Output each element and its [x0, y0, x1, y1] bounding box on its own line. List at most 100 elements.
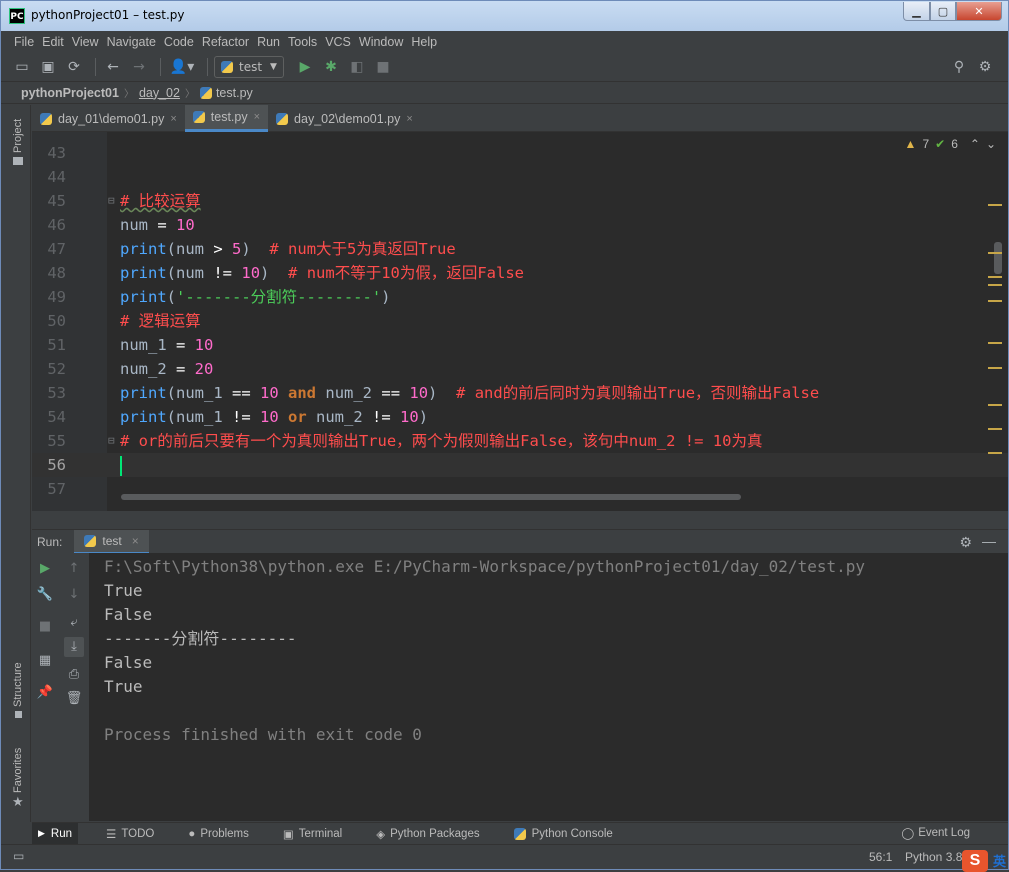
- error-stripe-mark[interactable]: [988, 452, 1002, 454]
- window-title: pythonProject01 – test.py: [31, 8, 185, 22]
- console-output-line: False: [104, 605, 153, 624]
- trash-icon[interactable]: 🗑: [64, 689, 84, 709]
- code-editor[interactable]: ▲ 7 ✔ 6 ⌃ ⌄ 43 44 45 ⊟ # 比较运算 46 num = 1…: [32, 132, 1008, 511]
- structure-icon: [15, 711, 22, 718]
- tab-day01-demo01[interactable]: day_01\demo01.py ×: [32, 105, 185, 132]
- run-side-toolbar: ▶ ↑ 🔧 ↓ ■ ⤶ ⤓ ▦ ⎙ 📌 🗑: [32, 553, 89, 821]
- arrow-down-icon[interactable]: ↓: [64, 585, 84, 605]
- menu-tools[interactable]: Tools: [288, 35, 317, 49]
- menu-refactor[interactable]: Refactor: [202, 35, 249, 49]
- close-tab-icon[interactable]: ×: [170, 113, 176, 125]
- error-stripe-mark[interactable]: [988, 204, 1002, 206]
- error-stripe-mark[interactable]: [988, 367, 1002, 369]
- favorites-tool-button[interactable]: Favorites: [12, 748, 24, 793]
- close-button[interactable]: ✕: [956, 2, 1002, 21]
- stop-icon[interactable]: ■: [35, 617, 55, 637]
- wrench-icon[interactable]: 🔧: [35, 585, 55, 605]
- tool-todo[interactable]: ☰ TODO: [100, 823, 160, 844]
- fold-icon[interactable]: ⊟: [108, 429, 115, 453]
- menu-code[interactable]: Code: [164, 35, 194, 49]
- search-icon[interactable]: ⚲: [948, 56, 970, 78]
- error-stripe-mark[interactable]: [988, 404, 1002, 406]
- forward-arrow-icon[interactable]: →: [128, 56, 150, 78]
- menu-run[interactable]: Run: [257, 35, 280, 49]
- event-log-icon: ◯: [901, 828, 915, 840]
- tool-problems[interactable]: ● Problems: [182, 823, 255, 844]
- menu-help[interactable]: Help: [411, 35, 437, 49]
- breadcrumb-project[interactable]: pythonProject01: [21, 86, 119, 100]
- breadcrumb-folder[interactable]: day_02: [139, 86, 180, 100]
- tool-run[interactable]: ▶ Run: [32, 823, 79, 844]
- error-stripe-mark[interactable]: [988, 300, 1002, 302]
- tool-python-packages[interactable]: ◈ Python Packages: [370, 823, 485, 844]
- error-stripe-mark[interactable]: [988, 276, 1002, 278]
- run-configuration-dropdown[interactable]: test ▼: [214, 56, 284, 78]
- line-number: 45: [47, 192, 66, 210]
- tool-terminal[interactable]: ▣ Terminal: [277, 823, 348, 844]
- interpreter-indicator[interactable]: Python 3.8: [905, 850, 962, 864]
- project-tool-button[interactable]: Project: [12, 119, 24, 153]
- run-console[interactable]: F:\Soft\Python38\python.exe E:/PyCharm-W…: [89, 553, 1008, 821]
- tool-event-log[interactable]: ◯ Event Log: [901, 826, 970, 840]
- error-stripe-mark[interactable]: [988, 284, 1002, 286]
- save-icon[interactable]: ▣: [37, 56, 59, 78]
- sogou-ime-logo-icon[interactable]: S: [962, 850, 988, 872]
- coverage-icon[interactable]: ◧: [346, 56, 368, 78]
- close-tab-icon[interactable]: ×: [406, 113, 412, 125]
- run-tab-test[interactable]: test ×: [74, 529, 149, 554]
- tool-label: Terminal: [298, 827, 343, 840]
- stop-icon[interactable]: ■: [372, 56, 394, 78]
- tool-python-console[interactable]: Python Console: [508, 823, 619, 844]
- gear-icon[interactable]: ⚙: [974, 56, 996, 78]
- tool-label: Problems: [200, 827, 249, 840]
- caret-position[interactable]: 56:1: [869, 850, 892, 864]
- arrow-up-icon[interactable]: ↑: [64, 559, 84, 579]
- run-icon[interactable]: ▶: [294, 56, 316, 78]
- maximize-button[interactable]: ▢: [930, 2, 956, 21]
- scroll-to-end-icon[interactable]: ⤓: [64, 637, 84, 657]
- line-number: 48: [47, 264, 66, 282]
- console-exit-message: Process finished with exit code 0: [104, 725, 422, 744]
- minimize-panel-icon[interactable]: —: [982, 533, 996, 549]
- menu-vcs[interactable]: VCS: [325, 35, 351, 49]
- ide-window: PC pythonProject01 – test.py ▁ ▢ ✕ File …: [0, 0, 1009, 872]
- vertical-scrollbar[interactable]: [994, 242, 1002, 274]
- close-tab-icon[interactable]: ×: [132, 534, 139, 548]
- debug-icon[interactable]: ✱: [320, 56, 342, 78]
- error-stripe-mark[interactable]: [988, 342, 1002, 344]
- structure-tool-button[interactable]: Structure: [12, 662, 24, 707]
- fold-icon[interactable]: ⊟: [108, 189, 115, 213]
- toggle-tool-windows-icon[interactable]: ▭: [13, 849, 24, 863]
- menu-edit[interactable]: Edit: [42, 35, 64, 49]
- gear-icon[interactable]: ⚙: [959, 534, 972, 551]
- menu-view[interactable]: View: [72, 35, 99, 49]
- error-stripe-mark[interactable]: [988, 252, 1002, 254]
- menu-window[interactable]: Window: [359, 35, 403, 49]
- code-line: 47 print(num > 5) # num大于5为真返回True: [32, 237, 1008, 261]
- layout-icon[interactable]: ▦: [35, 651, 55, 671]
- menu-file[interactable]: File: [14, 35, 34, 49]
- sync-icon[interactable]: ⟳: [63, 56, 85, 78]
- console-command-line: F:\Soft\Python38\python.exe E:/PyCharm-W…: [104, 557, 865, 576]
- tool-label: Event Log: [918, 827, 970, 839]
- minimize-button[interactable]: ▁: [903, 2, 930, 21]
- breadcrumb-file[interactable]: test.py: [216, 86, 253, 100]
- open-folder-icon[interactable]: ▭: [11, 56, 33, 78]
- error-stripe-mark[interactable]: [988, 428, 1002, 430]
- ime-mode[interactable]: 英: [993, 851, 1006, 870]
- rerun-icon[interactable]: ▶: [35, 559, 55, 579]
- tab-day02-demo01[interactable]: day_02\demo01.py ×: [268, 105, 421, 132]
- back-arrow-icon[interactable]: ←: [102, 56, 124, 78]
- tab-test-py[interactable]: test.py ×: [184, 105, 269, 132]
- soft-wrap-icon[interactable]: ⤶: [64, 613, 84, 633]
- title-bar: PC pythonProject01 – test.py ▁ ▢ ✕: [1, 1, 1008, 31]
- python-file-icon: [221, 61, 233, 73]
- user-icon[interactable]: 👤▾: [167, 56, 197, 78]
- menu-bar: File Edit View Navigate Code Refactor Ru…: [1, 31, 1008, 53]
- horizontal-scrollbar[interactable]: [121, 494, 741, 500]
- pin-icon[interactable]: 📌: [35, 683, 55, 703]
- print-icon[interactable]: ⎙: [64, 665, 84, 685]
- line-number: 54: [47, 408, 66, 426]
- menu-navigate[interactable]: Navigate: [107, 35, 156, 49]
- close-tab-icon[interactable]: ×: [254, 111, 260, 123]
